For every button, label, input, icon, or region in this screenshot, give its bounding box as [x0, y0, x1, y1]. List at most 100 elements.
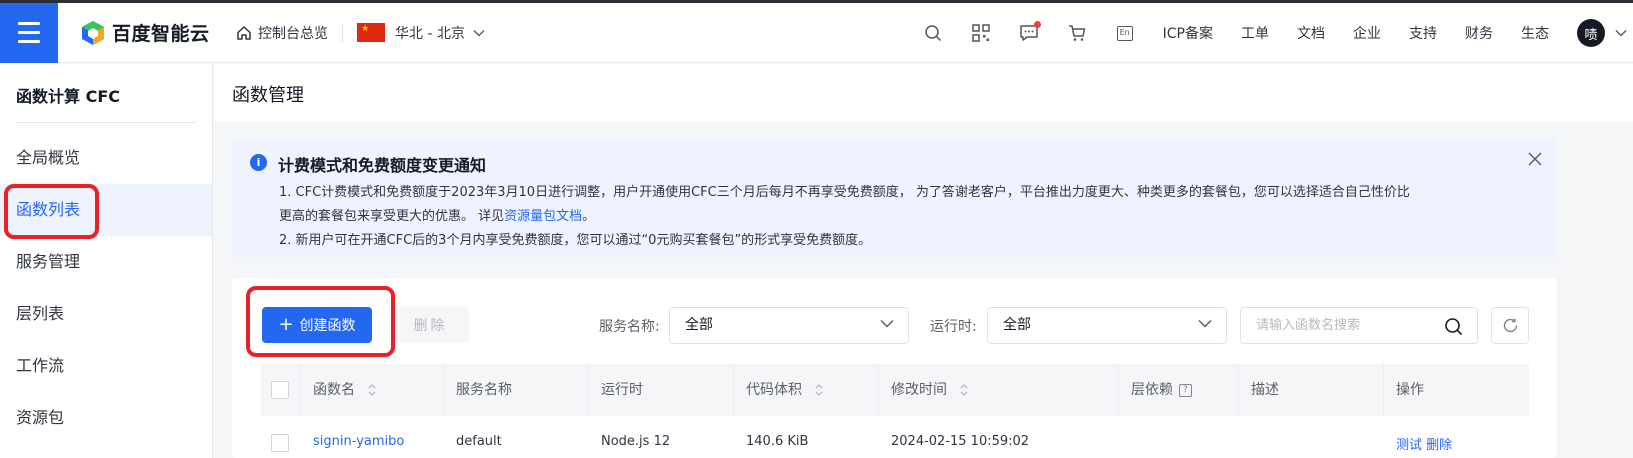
notice-line-2-end: 。	[582, 209, 596, 224]
row-actions-link[interactable]: 测试 删除	[1384, 428, 1529, 458]
header-link-icp[interactable]: ICP备案	[1163, 23, 1213, 43]
header-right-tools: En ICP备案 工单 文档 企业 支持 财务 生态 啧	[909, 3, 1633, 63]
qrcode-icon	[971, 24, 990, 42]
brand-logo[interactable]: 百度智能云	[80, 19, 210, 46]
region-selector[interactable]: ★ 华北 - 北京	[357, 23, 485, 43]
info-icon: i	[250, 154, 267, 171]
function-search	[1240, 307, 1478, 344]
sidebar-item-workflow[interactable]: 工作流	[0, 340, 212, 392]
column-label: 操作	[1396, 382, 1424, 398]
notice-line-3: 2. 新用户可在开通CFC后的3个月内享受免费额度，您可以通过“0元购买套餐包”…	[279, 233, 872, 248]
code-size-cell: 140.6 KiB	[746, 434, 809, 449]
region-label: 华北 - 北京	[395, 25, 465, 42]
runtime-value: 全部	[1003, 317, 1031, 333]
delete-button[interactable]: 删除	[392, 307, 469, 343]
chevron-down-icon	[473, 29, 485, 37]
brand-name: 百度智能云	[112, 23, 210, 45]
sidebar-item-layer-list[interactable]: 层列表	[0, 288, 212, 340]
column-label: 描述	[1251, 382, 1279, 398]
header-link-ticket[interactable]: 工单	[1241, 23, 1269, 43]
service-name-label: 服务名称:	[599, 319, 660, 335]
column-service-name: 服务名称	[444, 364, 589, 416]
message-button[interactable]	[1005, 21, 1053, 42]
menu-icon-bar	[18, 31, 40, 34]
refresh-button[interactable]	[1491, 307, 1529, 344]
cart-button[interactable]	[1053, 24, 1101, 42]
column-label: 代码体积	[746, 382, 802, 398]
service-name-select[interactable]: 全部	[669, 307, 909, 344]
sidebar-item-overview[interactable]: 全局概览	[0, 132, 212, 184]
table-header: 函数名 服务名称 运行时 代码体积 修改时间 层依赖 ? 描述 操作	[261, 364, 1529, 416]
chevron-down-icon	[1198, 319, 1212, 328]
search-icon[interactable]	[1444, 317, 1463, 336]
console-overview-label: 控制台总览	[258, 25, 328, 42]
column-label: 运行时	[601, 382, 643, 398]
chevron-down-icon[interactable]	[1615, 29, 1627, 37]
column-modified-time[interactable]: 修改时间	[879, 364, 1119, 416]
service-name-value: 全部	[685, 317, 713, 333]
modified-time-cell: 2024-02-15 10:59:02	[891, 434, 1030, 449]
column-runtime: 运行时	[589, 364, 734, 416]
annotation-highlight-function-list	[4, 184, 99, 239]
header-link-finance[interactable]: 财务	[1465, 23, 1493, 43]
column-label: 函数名	[313, 382, 355, 398]
column-label: 层依赖	[1131, 382, 1173, 398]
china-flag-icon: ★	[357, 23, 385, 42]
sidebar: 函数计算 CFC 全局概览 函数列表 服务管理 层列表 工作流 资源包	[0, 64, 213, 458]
notice-title: 计费模式和免费额度变更通知	[278, 156, 487, 175]
header-link-ecosystem[interactable]: 生态	[1521, 23, 1549, 43]
console-overview-link[interactable]: 控制台总览	[236, 23, 328, 43]
page-title: 函数管理	[232, 85, 304, 106]
notice-banner: i 计费模式和免费额度变更通知 1. CFC计费模式和免费额度于2023年3月1…	[232, 139, 1557, 257]
chevron-down-icon	[880, 319, 894, 328]
function-name-link[interactable]: signin-yamibo	[301, 428, 444, 458]
sort-icon	[368, 384, 376, 396]
column-actions: 操作	[1384, 364, 1529, 416]
function-list-panel: + 创建函数 删除 服务名称: 全部 运行时: 全部 函数名 服务名称 运行时	[232, 278, 1557, 458]
cart-icon	[1068, 25, 1085, 41]
select-all-checkbox[interactable]	[271, 381, 289, 399]
home-icon	[237, 25, 251, 40]
description-cell	[1239, 428, 1384, 458]
header-link-docs[interactable]: 文档	[1297, 23, 1325, 43]
menu-button[interactable]	[0, 2, 58, 63]
search-icon	[924, 25, 941, 42]
notification-dot	[1033, 21, 1041, 28]
sort-icon	[960, 384, 968, 396]
header-link-support[interactable]: 支持	[1409, 23, 1437, 43]
sidebar-item-resource-package[interactable]: 资源包	[0, 392, 212, 444]
column-label: 服务名称	[456, 382, 512, 398]
column-function-name[interactable]: 函数名	[301, 364, 444, 416]
column-code-size[interactable]: 代码体积	[734, 364, 879, 416]
layer-dependency-cell	[1119, 428, 1239, 458]
user-avatar[interactable]: 啧	[1577, 19, 1605, 47]
runtime-label: 运行时:	[930, 319, 977, 335]
language-icon: En	[1116, 25, 1133, 41]
qrcode-button[interactable]	[957, 24, 1005, 42]
refresh-icon	[1503, 318, 1517, 333]
notice-line-2-text: 更高的套餐包来享受更大的优惠。 详见	[279, 209, 505, 224]
language-button[interactable]: En	[1101, 25, 1149, 41]
row-checkbox[interactable]	[271, 434, 289, 452]
close-icon[interactable]	[1527, 151, 1543, 167]
sidebar-title: 函数计算 CFC	[16, 87, 120, 106]
header-divider	[342, 23, 343, 42]
page-title-bar: 函数管理	[214, 64, 1633, 122]
function-search-input[interactable]	[1241, 308, 1431, 343]
sidebar-item-service-management[interactable]: 服务管理	[0, 236, 212, 288]
sort-icon	[815, 384, 823, 396]
menu-icon-bar	[18, 22, 40, 25]
cloud-logo-icon	[82, 20, 104, 45]
help-icon[interactable]: ?	[1179, 383, 1192, 397]
runtime-select[interactable]: 全部	[987, 307, 1227, 344]
search-button[interactable]	[909, 24, 957, 42]
top-header: 百度智能云 控制台总览 ★ 华北 - 北京 En ICP备案 工单 文档 企业 …	[0, 2, 1633, 63]
service-name-cell: default	[456, 434, 502, 449]
resource-package-doc-link[interactable]: 资源量包文档	[504, 209, 582, 224]
header-link-enterprise[interactable]: 企业	[1353, 23, 1381, 43]
table-row: signin-yamibo default Node.js 12 140.6 K…	[261, 428, 1529, 458]
column-label: 修改时间	[891, 382, 947, 398]
column-layer-dependency: 层依赖 ?	[1119, 364, 1239, 416]
menu-icon-bar	[18, 40, 40, 43]
annotation-highlight-create-button	[246, 286, 395, 357]
